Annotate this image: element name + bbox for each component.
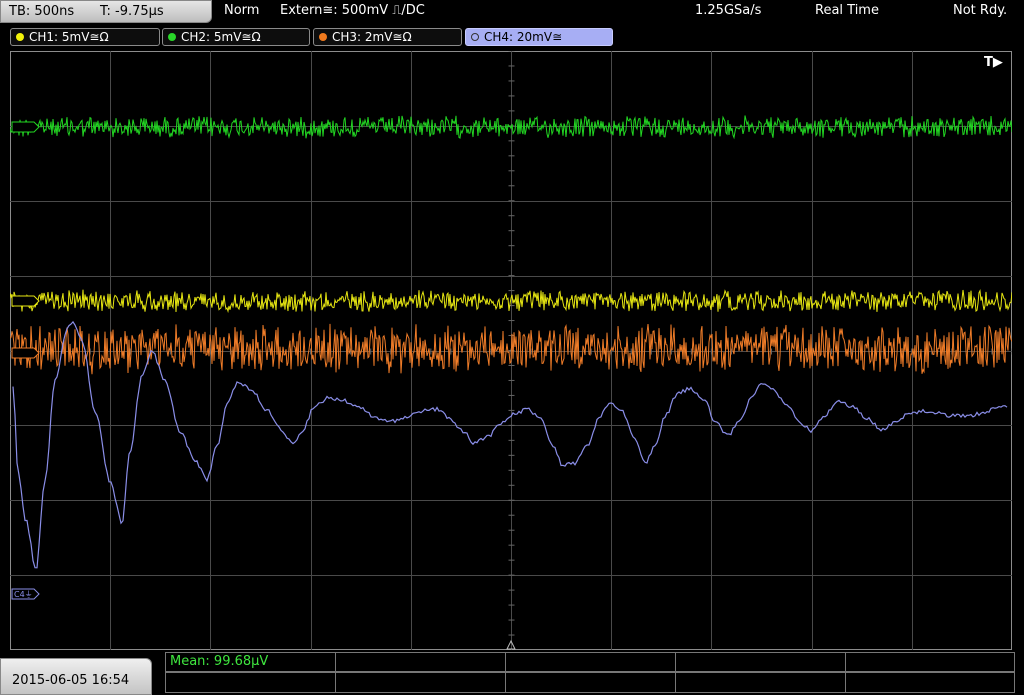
mean-measurement: Mean: 99.68µV <box>170 654 269 669</box>
measurement-cell[interactable] <box>505 652 676 672</box>
timebase-box[interactable]: TB: 500ns T: -9.75µs <box>0 0 212 23</box>
channel-3-dot-icon <box>319 33 327 41</box>
channel-4-offset-marker[interactable]: C4⏚ <box>11 588 40 600</box>
measurement-cell[interactable] <box>675 672 846 693</box>
measurement-cell[interactable] <box>505 672 676 693</box>
channel-4-dot-icon <box>471 33 479 41</box>
measurement-cell[interactable] <box>335 672 506 693</box>
top-status-bar: TB: 500ns T: -9.75µs Norm Extern≅: 500mV… <box>0 0 1024 25</box>
channel-2-dot-icon <box>168 33 176 41</box>
datetime-label: 2015-06-05 16:54 <box>12 673 130 688</box>
trigger-position-marker[interactable]: T▶ <box>984 55 1003 70</box>
bottom-bar: 2015-06-05 16:54 Mean: 99.68µV <box>0 652 1024 695</box>
measurement-cell[interactable] <box>845 672 1015 693</box>
channel-3-offset-marker[interactable] <box>11 347 40 359</box>
measurement-cell[interactable] <box>165 672 336 693</box>
measurement-cell[interactable] <box>335 652 506 672</box>
measurement-cell[interactable] <box>675 652 846 672</box>
channel-1-label: CH1: 5mV≅Ω <box>29 30 109 44</box>
run-status[interactable]: Not Rdy. <box>953 3 1007 18</box>
channel-2-button[interactable]: CH2: 5mV≅Ω <box>162 28 310 46</box>
timebase-label: TB: 500ns <box>9 4 75 19</box>
trigger-source[interactable]: Extern≅: 500mV ⎍/DC <box>280 3 425 18</box>
channel-bar: CH1: 5mV≅Ω CH2: 5mV≅Ω CH3: 2mV≅Ω CH4: 20… <box>0 26 1024 48</box>
channel-3-button[interactable]: CH3: 2mV≅Ω <box>313 28 462 46</box>
acquisition-mode[interactable]: Real Time <box>815 3 879 18</box>
measurement-cell[interactable]: Mean: 99.68µV <box>165 652 336 672</box>
trigger-mode[interactable]: Norm <box>224 3 259 18</box>
channel-1-offset-marker[interactable] <box>11 295 40 307</box>
measurement-cell[interactable] <box>845 652 1015 672</box>
channel-2-label: CH2: 5mV≅Ω <box>181 30 261 44</box>
channel-4-button[interactable]: CH4: 20mV≅ <box>465 28 613 46</box>
channel-3-label: CH3: 2mV≅Ω <box>332 30 412 44</box>
datetime-box: 2015-06-05 16:54 <box>0 658 152 695</box>
trigger-time-label: T: -9.75µs <box>100 4 164 19</box>
waveform-display[interactable]: C4⏚ T▶ <box>10 51 1012 650</box>
channel-1-dot-icon <box>16 33 24 41</box>
channel-1-button[interactable]: CH1: 5mV≅Ω <box>10 28 160 46</box>
sample-rate[interactable]: 1.25GSa/s <box>695 3 761 18</box>
measurement-panel[interactable]: Mean: 99.68µV <box>165 652 1015 693</box>
channel-4-label: CH4: 20mV≅ <box>484 30 563 44</box>
channel-2-offset-marker[interactable] <box>11 121 40 133</box>
channel-4-marker-label: C4⏚ <box>14 590 33 599</box>
